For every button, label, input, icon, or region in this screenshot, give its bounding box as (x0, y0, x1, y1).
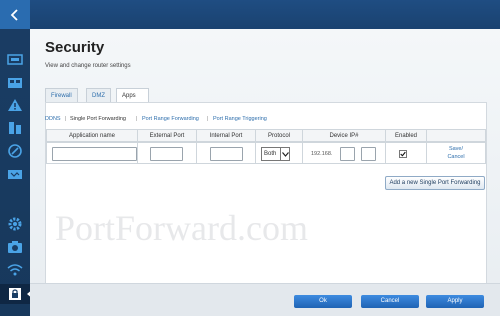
col-header-internal-port: Internal Port (196, 129, 256, 142)
cell-device-ip: 192.168. (302, 142, 386, 164)
page-subtitle: View and change router settings (45, 63, 131, 69)
footer-bar: Ok Cancel Apply (30, 283, 500, 316)
camera-icon[interactable] (6, 239, 24, 255)
protocol-value: Both (264, 151, 277, 157)
protocol-select[interactable]: Both (261, 147, 290, 161)
col-header-protocol: Protocol (255, 129, 303, 142)
col-header-application-name: Application name (46, 129, 138, 142)
cell-actions: Save/ Cancel (426, 142, 486, 164)
apply-button[interactable]: Apply (426, 295, 484, 308)
col-header-device-ip: Device IP# (302, 129, 386, 142)
col-header-external-port: External Port (137, 129, 197, 142)
cell-protocol: Both (255, 142, 303, 164)
cell-application-name (46, 142, 138, 164)
checkmark-icon (400, 151, 406, 157)
warning-icon[interactable] (6, 97, 24, 113)
ip-octet3-input[interactable] (340, 147, 355, 161)
speed-icon[interactable] (6, 143, 24, 159)
subtab-separator: | (65, 116, 67, 122)
cell-enabled (385, 142, 427, 164)
enabled-checkbox[interactable] (399, 150, 407, 158)
application-name-input[interactable] (52, 147, 137, 161)
subtab-separator: | (207, 116, 209, 122)
subtab-port-range-forwarding[interactable]: Port Range Forwarding (142, 116, 199, 122)
devices-icon[interactable] (6, 75, 24, 91)
cancel-link[interactable]: Cancel (427, 154, 485, 160)
ip-prefix: 192.168. (311, 151, 333, 157)
security-icon[interactable] (6, 286, 24, 302)
gear-icon[interactable] (6, 216, 24, 232)
ip-octet4-input[interactable] (361, 147, 376, 161)
ok-button[interactable]: Ok (294, 295, 352, 308)
page-title: Security (45, 39, 105, 56)
save-link[interactable]: Save/ (427, 146, 485, 152)
side-nav (0, 0, 33, 316)
tab-firewall[interactable]: Firewall (45, 88, 78, 102)
watermark: PortForward.com (55, 208, 308, 248)
wifi-icon[interactable] (6, 262, 24, 278)
cell-internal-port (196, 142, 256, 164)
chevron-down-icon (280, 148, 289, 160)
external-port-input[interactable] (150, 147, 183, 161)
back-arrow-icon[interactable] (0, 0, 30, 29)
top-bar (30, 0, 500, 29)
subtab-port-range-triggering[interactable]: Port Range Triggering (213, 116, 267, 122)
add-single-port-forwarding-button[interactable]: Add a new Single Port Forwarding (385, 176, 485, 190)
col-header-actions (426, 129, 486, 142)
col-header-enabled: Enabled (385, 129, 427, 142)
subtab-separator: | (136, 116, 138, 122)
internal-port-input[interactable] (210, 147, 243, 161)
tab-dmz[interactable]: DMZ (86, 88, 111, 102)
parental-controls-icon[interactable] (6, 120, 24, 136)
cell-external-port (137, 142, 197, 164)
security-panel: Security View and change router settings… (30, 29, 500, 316)
cancel-button[interactable]: Cancel (361, 295, 419, 308)
subtab-single-port-forwarding[interactable]: Single Port Forwarding (70, 116, 126, 122)
subtab-ddns[interactable]: DDNS (45, 116, 61, 122)
tab-apps-and-gaming[interactable]: Apps and Gaming (116, 88, 149, 127)
network-icon[interactable] (6, 52, 24, 68)
media-icon[interactable] (6, 166, 24, 182)
